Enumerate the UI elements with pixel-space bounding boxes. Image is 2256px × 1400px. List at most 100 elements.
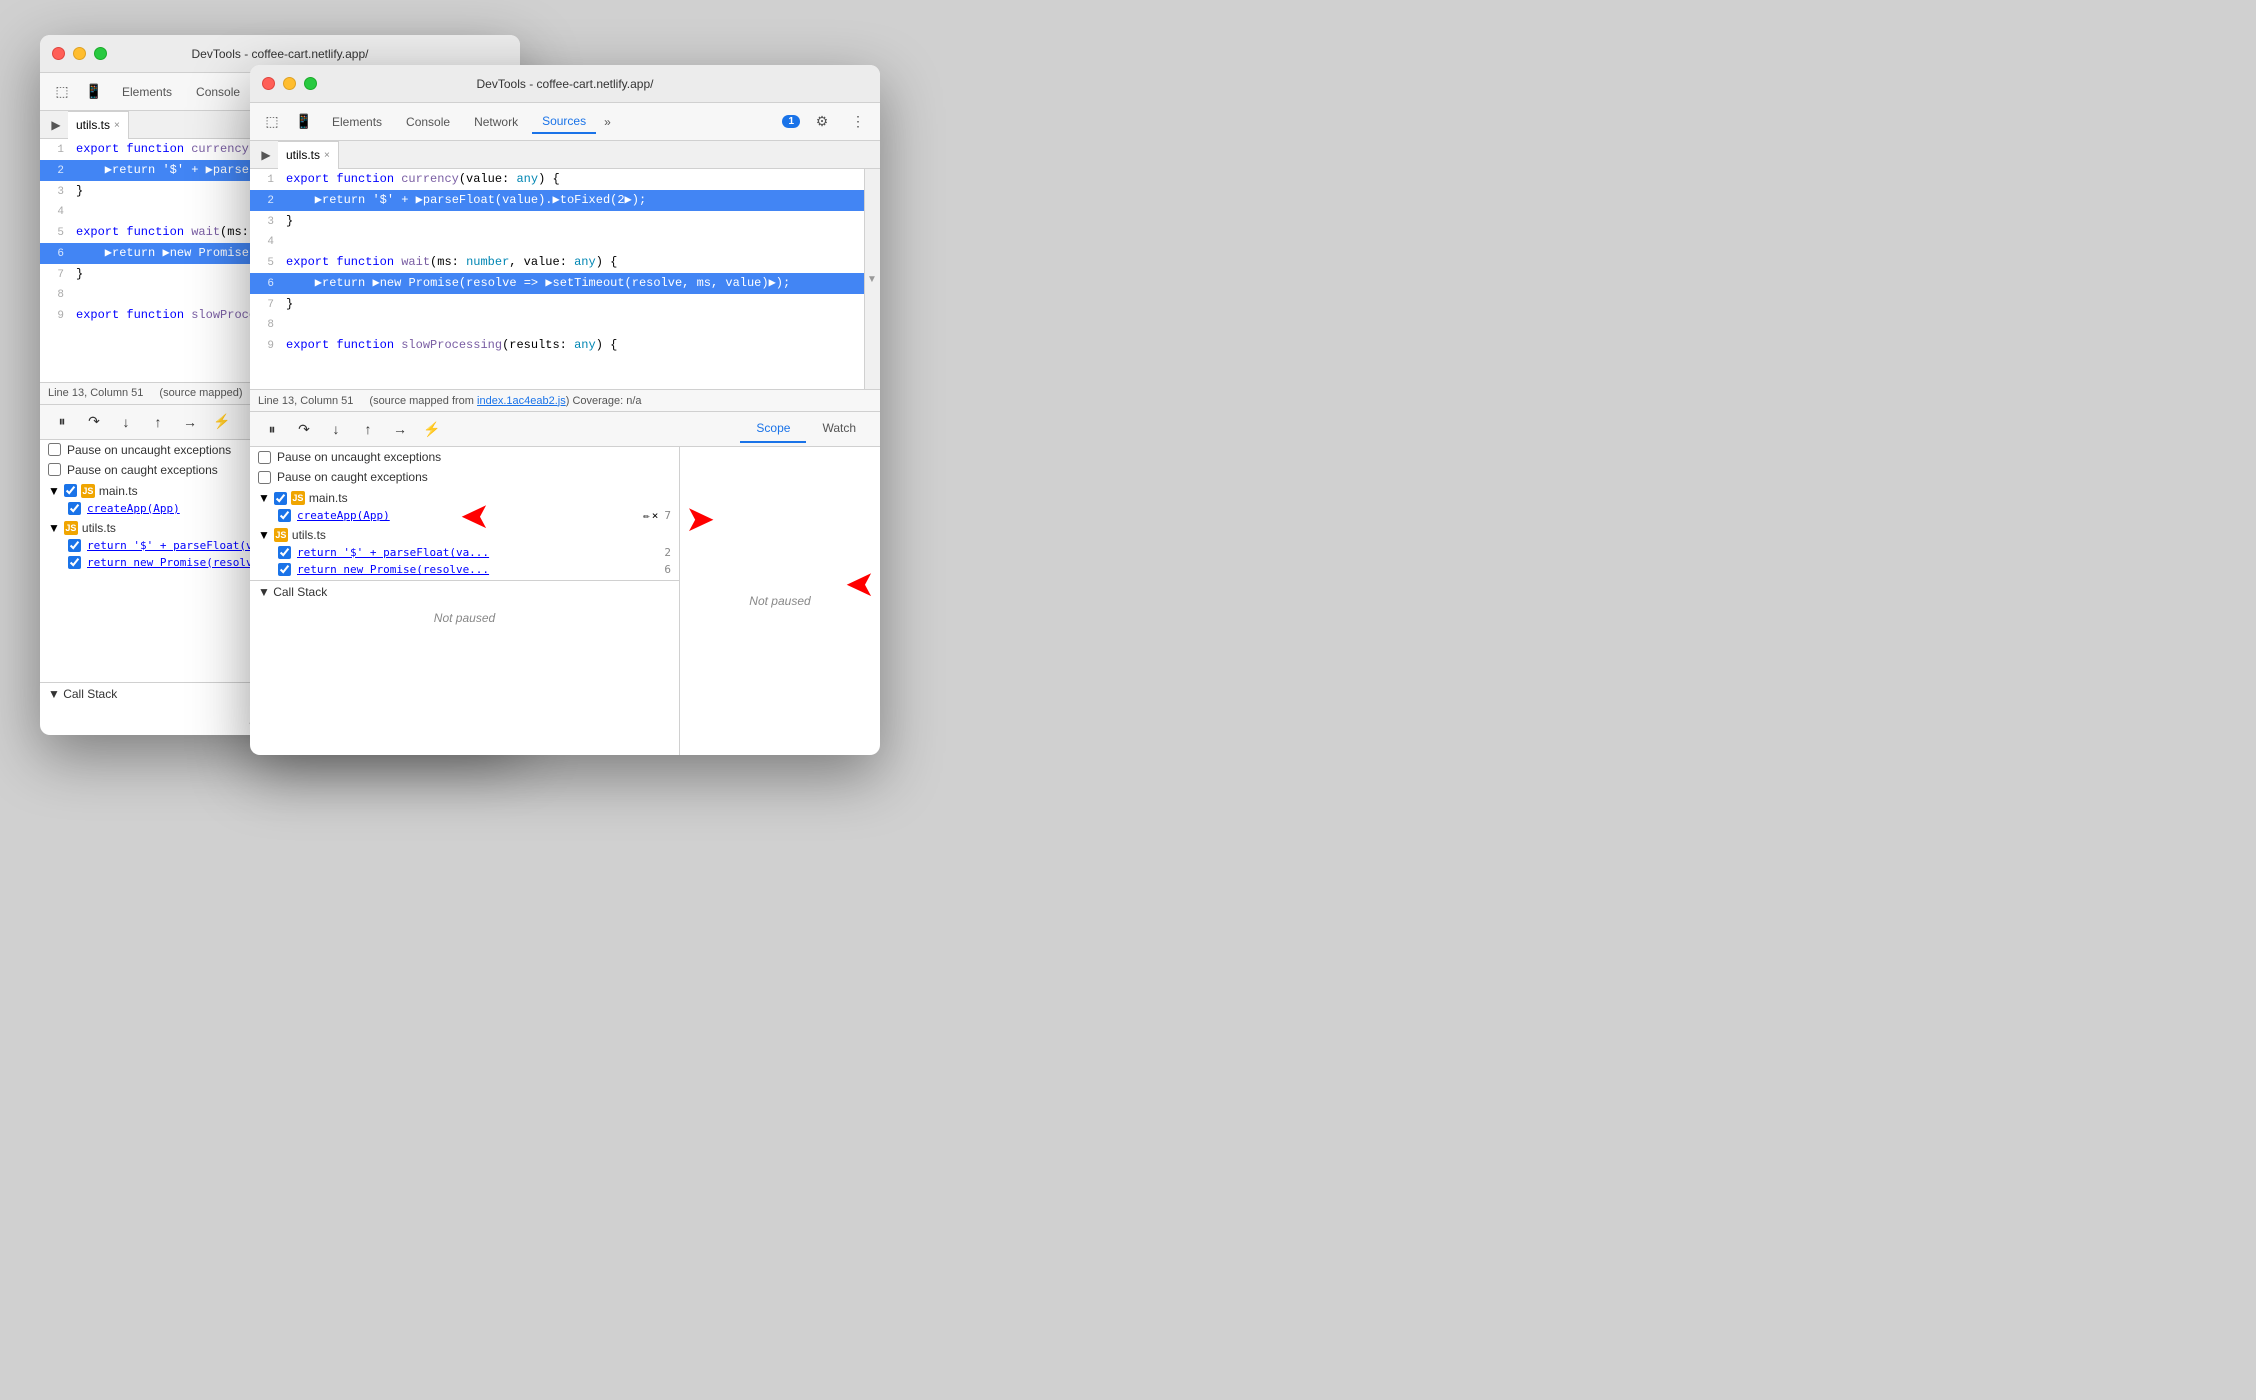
settings-icon[interactable]: ⚙ — [808, 108, 836, 136]
tab-right-icons-front: 1 ⚙ ⋮ — [782, 108, 872, 136]
red-arrow-back: ➤ — [460, 495, 490, 537]
utils-ts-name-front: utils.ts — [292, 528, 326, 542]
file-tab-close-front[interactable]: × — [324, 150, 330, 161]
main-ts-icon-back: JS — [81, 484, 95, 498]
pause-btn-front[interactable]: ⏸ — [258, 415, 286, 443]
front-code-line-7: 7 } — [250, 294, 864, 315]
more-options-icon[interactable]: ⋮ — [844, 108, 872, 136]
close-button-back[interactable] — [52, 47, 65, 60]
step-into-btn-front[interactable]: ↓ — [322, 415, 350, 443]
caught-checkbox-front[interactable] — [258, 471, 271, 484]
file-tab-close-back[interactable]: × — [114, 120, 120, 131]
status-bar-front: Line 13, Column 51 (source mapped from i… — [250, 389, 880, 411]
front-code-line-8: 8 — [250, 315, 864, 335]
main-ts-checkbox-front[interactable] — [274, 492, 287, 505]
minimize-button-back[interactable] — [73, 47, 86, 60]
file-tab-name-back: utils.ts — [76, 118, 110, 132]
main-ts-bp1-checkbox-front[interactable] — [278, 509, 291, 522]
caught-row-front: Pause on caught exceptions — [250, 467, 679, 487]
tab-sources-front[interactable]: Sources — [532, 110, 596, 134]
callstack-header-front[interactable]: ▼ Call Stack — [250, 581, 679, 603]
traffic-lights-front — [262, 77, 317, 90]
nav-back-btn[interactable]: ▶ — [44, 113, 68, 137]
utils-ts-name-back: utils.ts — [82, 521, 116, 535]
utils-ts-bp2-checkbox-front[interactable] — [278, 563, 291, 576]
step-out-btn-back[interactable]: ↑ — [144, 408, 172, 436]
cursor-icon[interactable]: ⬚ — [48, 78, 76, 106]
utils-ts-bp-2-front: return new Promise(resolve... 6 — [250, 561, 679, 578]
utils-ts-bp1-checkbox-back[interactable] — [68, 539, 81, 552]
front-code-line-1: 1 export function currency(value: any) { — [250, 169, 864, 190]
debug-toolbar-front: ⏸ ↷ ↓ ↑ → ⚡ Scope Watch — [250, 411, 880, 447]
device-icon-front[interactable]: 📱 — [290, 108, 318, 136]
continue-btn-front[interactable]: → — [386, 415, 414, 443]
tab-elements-front[interactable]: Elements — [322, 111, 392, 133]
file-tab-back[interactable]: utils.ts × — [68, 111, 129, 139]
callstack-front: ▼ Call Stack Not paused — [250, 580, 679, 633]
notification-badge: 1 — [782, 115, 800, 128]
continue-btn-back[interactable]: → — [176, 408, 204, 436]
scope-not-paused: Not paused — [741, 586, 818, 616]
close-button-front[interactable] — [262, 77, 275, 90]
edit-bp-icon[interactable]: ✏ — [643, 509, 650, 522]
tab-console-back[interactable]: Console — [186, 81, 250, 103]
scroll-indicator[interactable]: ▼ — [864, 169, 880, 389]
breakpoints-front: Pause on uncaught exceptions Pause on ca… — [250, 447, 680, 755]
source-map-front: (source mapped from index.1ac4eab2.js) C… — [369, 395, 641, 407]
caught-label-back: Pause on caught exceptions — [67, 463, 218, 477]
file-tab-name-front: utils.ts — [286, 148, 320, 162]
tab-elements-back[interactable]: Elements — [112, 81, 182, 103]
deactivate-btn-back[interactable]: ⚡ — [208, 408, 236, 436]
delete-bp-icon[interactable]: × — [652, 509, 659, 522]
cursor-icon-front[interactable]: ⬚ — [258, 108, 286, 136]
tab-more-front[interactable]: » — [600, 111, 615, 133]
minimize-button-front[interactable] — [283, 77, 296, 90]
cursor-position-back: Line 13, Column 51 — [48, 387, 143, 399]
main-ts-bp1-line-front: 7 — [664, 509, 671, 522]
step-over-btn-front[interactable]: ↷ — [290, 415, 318, 443]
front-code-line-6: 6 ▶return ▶new Promise(resolve => ▶setTi… — [250, 273, 864, 294]
step-over-btn-back[interactable]: ↷ — [80, 408, 108, 436]
step-into-btn-back[interactable]: ↓ — [112, 408, 140, 436]
cursor-position-front: Line 13, Column 51 — [258, 395, 353, 407]
source-file-link[interactable]: index.1ac4eab2.js — [477, 395, 566, 407]
main-ts-bp1-checkbox-back[interactable] — [68, 502, 81, 515]
maximize-button-back[interactable] — [94, 47, 107, 60]
scope-tab-watch[interactable]: Watch — [806, 415, 872, 443]
bottom-split: Pause on uncaught exceptions Pause on ca… — [250, 447, 880, 755]
pause-btn-back[interactable]: ⏸ — [48, 408, 76, 436]
deactivate-btn-front[interactable]: ⚡ — [418, 415, 446, 443]
utils-ts-bp2-checkbox-back[interactable] — [68, 556, 81, 569]
red-arrow-front-2: ➤ — [685, 498, 715, 540]
device-icon[interactable]: 📱 — [80, 78, 108, 106]
tabbar-front: ⬚ 📱 Elements Console Network Sources » 1… — [250, 103, 880, 141]
nav-back-btn-front[interactable]: ▶ — [254, 143, 278, 167]
utils-ts-bp-1-front: return '$' + parseFloat(va... 2 — [250, 544, 679, 561]
window-title-back: DevTools - coffee-cart.netlify.app/ — [192, 47, 369, 61]
tab-network-front[interactable]: Network — [464, 111, 528, 133]
utils-ts-bp2-text-front[interactable]: return new Promise(resolve... — [297, 563, 658, 576]
utils-ts-bp1-checkbox-front[interactable] — [278, 546, 291, 559]
scroll-arrow[interactable]: ▼ — [866, 169, 878, 389]
red-arrow-front-1: ➤ — [845, 563, 875, 605]
caught-checkbox-back[interactable] — [48, 463, 61, 476]
uncaught-checkbox-back[interactable] — [48, 443, 61, 456]
main-ts-name-back: main.ts — [99, 484, 138, 498]
step-out-btn-front[interactable]: ↑ — [354, 415, 382, 443]
maximize-button-front[interactable] — [304, 77, 317, 90]
utils-ts-icon-back: JS — [64, 521, 78, 535]
caught-label-front: Pause on caught exceptions — [277, 470, 428, 484]
tab-console-front[interactable]: Console — [396, 111, 460, 133]
devtools-window-front: DevTools - coffee-cart.netlify.app/ ⬚ 📱 … — [250, 65, 880, 755]
uncaught-checkbox-front[interactable] — [258, 451, 271, 464]
main-ts-checkbox-back[interactable] — [64, 484, 77, 497]
file-tab-front[interactable]: utils.ts × — [278, 141, 339, 169]
code-panel-split: 1 export function currency(value: any) {… — [250, 169, 880, 389]
utils-ts-bp1-text-front[interactable]: return '$' + parseFloat(va... — [297, 546, 658, 559]
front-code-line-4: 4 — [250, 232, 864, 252]
traffic-lights-back — [52, 47, 107, 60]
titlebar-front: DevTools - coffee-cart.netlify.app/ — [250, 65, 880, 103]
uncaught-label-back: Pause on uncaught exceptions — [67, 443, 231, 457]
scope-tab-scope[interactable]: Scope — [740, 415, 806, 443]
utils-ts-bp2-line-front: 6 — [664, 563, 671, 576]
